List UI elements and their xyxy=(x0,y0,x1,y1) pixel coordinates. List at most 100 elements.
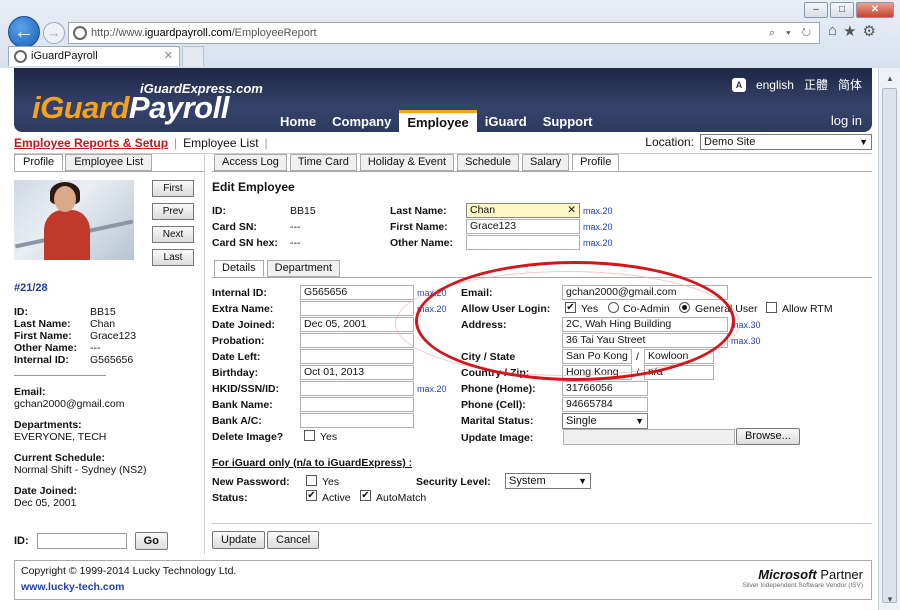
other-name-input[interactable] xyxy=(466,235,580,250)
nav-employee[interactable]: Employee xyxy=(399,110,477,133)
tab-time-card[interactable]: Time Card xyxy=(289,154,357,171)
lang-simplified[interactable]: 简体 xyxy=(838,76,862,93)
window-controls: – □ ✕ xyxy=(802,2,894,18)
birthday-input[interactable]: Oct 01, 2013 xyxy=(300,365,414,380)
gear-icon[interactable]: ⚙ xyxy=(863,22,876,40)
company-site-link[interactable]: www.lucky-tech.com xyxy=(21,581,124,593)
delete-image-label: Delete Image? xyxy=(212,431,284,443)
security-level-select[interactable]: System ▼ xyxy=(505,473,591,489)
crumb-employee-list[interactable]: Employee List xyxy=(183,136,258,150)
phone-cell-label: Phone (Cell): xyxy=(461,399,526,411)
address-line1-input[interactable]: 2C, Wah Hing Building xyxy=(562,317,728,332)
favorites-star-icon[interactable]: ★ xyxy=(843,22,856,40)
scroll-down-icon[interactable]: ▼ xyxy=(886,595,894,604)
prev-button[interactable]: Prev xyxy=(152,203,194,220)
state-input[interactable]: Kowloon xyxy=(644,349,714,364)
last-name-label: Last Name: xyxy=(390,205,447,217)
nav-home[interactable]: Home xyxy=(272,110,324,133)
address-line2-input[interactable]: 36 Tai Yau Street xyxy=(562,333,728,348)
probation-input[interactable] xyxy=(300,333,414,348)
extra-name-input[interactable] xyxy=(300,301,414,316)
country-input[interactable]: Hong Kong xyxy=(562,365,632,380)
nav-company[interactable]: Company xyxy=(324,110,399,133)
general-user-radio[interactable] xyxy=(679,302,690,313)
tab-department[interactable]: Department xyxy=(266,260,341,277)
delete-image-checkbox[interactable] xyxy=(304,430,315,441)
vertical-scrollbar[interactable]: ▲ ▼ xyxy=(878,68,900,610)
marital-status-select[interactable]: Single ▼ xyxy=(562,413,648,429)
address-bar[interactable]: http://www.iguardpayroll.com/EmployeeRep… xyxy=(68,22,820,44)
next-button[interactable]: Next xyxy=(152,226,194,243)
id-lookup-label: ID: xyxy=(14,535,29,547)
summary-departments: Departments: EVERYONE, TECH xyxy=(14,419,106,443)
address-domain: iguardpayroll.com xyxy=(144,27,232,39)
maximize-button[interactable]: □ xyxy=(830,2,854,18)
city-input[interactable]: San Po Kong xyxy=(562,349,632,364)
tab-left-employee-list[interactable]: Employee List xyxy=(65,154,153,171)
last-button[interactable]: Last xyxy=(152,249,194,266)
date-left-input[interactable] xyxy=(300,349,414,364)
login-link[interactable]: log in xyxy=(831,113,862,128)
update-image-path[interactable] xyxy=(563,429,735,445)
home-icon[interactable]: ⌂ xyxy=(828,22,837,40)
tab-close-icon[interactable]: ✕ xyxy=(164,49,173,62)
minimize-button[interactable]: – xyxy=(804,2,828,18)
site-logo[interactable]: iGuardPayroll xyxy=(32,90,229,126)
date-joined-input[interactable]: Dec 05, 2001 xyxy=(300,317,414,332)
location-select[interactable]: Demo Site ▼ xyxy=(700,134,872,150)
lang-traditional[interactable]: 正體 xyxy=(804,76,828,93)
address-tools-icon[interactable]: ⌕ ▾ ↻ xyxy=(769,23,815,43)
browser-tab[interactable]: iGuardPayroll ✕ xyxy=(8,46,180,66)
go-button[interactable]: Go xyxy=(134,532,168,550)
chevron-down-icon: ▼ xyxy=(859,137,868,147)
nav-support[interactable]: Support xyxy=(535,110,601,133)
forward-button[interactable]: → xyxy=(43,22,65,44)
bank-ac-input[interactable] xyxy=(300,413,414,428)
close-window-button[interactable]: ✕ xyxy=(856,2,894,18)
tab-salary[interactable]: Salary xyxy=(521,154,570,171)
tab-left-profile[interactable]: Profile xyxy=(14,154,64,171)
new-tab-button[interactable] xyxy=(182,46,204,66)
hkid-input[interactable] xyxy=(300,381,414,396)
phone-cell-input[interactable]: 94665784 xyxy=(562,397,648,412)
last-name-input[interactable]: Chan ✕ xyxy=(466,203,580,218)
summary-value: Chan xyxy=(90,318,116,330)
clear-icon[interactable]: ✕ xyxy=(567,204,576,217)
summary-value: --- xyxy=(90,342,101,354)
tab-access-log[interactable]: Access Log xyxy=(214,154,287,171)
active-checkbox[interactable]: ✔ xyxy=(306,490,317,501)
zip-input[interactable]: n/a xyxy=(644,365,714,380)
back-button[interactable]: ← xyxy=(8,16,40,48)
new-password-checkbox[interactable] xyxy=(306,475,317,486)
browse-button[interactable]: Browse... xyxy=(736,428,800,445)
cancel-button[interactable]: Cancel xyxy=(267,531,320,549)
phone-home-input[interactable]: 31766056 xyxy=(562,381,648,396)
summary-joined-value: Dec 05, 2001 xyxy=(14,497,77,509)
co-admin-radio[interactable] xyxy=(608,302,619,313)
update-button[interactable]: Update xyxy=(212,531,266,549)
lang-english[interactable]: english xyxy=(756,78,794,92)
max-hint: max.30 xyxy=(731,336,761,346)
crumb-employee-reports[interactable]: Employee Reports & Setup xyxy=(14,136,168,150)
first-name-input[interactable]: Grace123 xyxy=(466,219,580,234)
address-path: /EmployeeReport xyxy=(231,27,317,39)
email-input[interactable]: gchan2000@gmail.com xyxy=(562,285,728,300)
delete-image-yes: Yes xyxy=(320,431,338,443)
nav-iguard[interactable]: iGuard xyxy=(477,110,535,133)
bank-name-input[interactable] xyxy=(300,397,414,412)
tab-profile[interactable]: Profile xyxy=(572,154,620,171)
tab-holiday-event[interactable]: Holiday & Event xyxy=(359,154,455,171)
allow-login-checkbox[interactable]: ✔ xyxy=(565,302,576,313)
internal-id-input[interactable]: G565656 xyxy=(300,285,414,300)
first-button[interactable]: First xyxy=(152,180,194,197)
tab-details[interactable]: Details xyxy=(214,260,264,277)
max-hint: max.20 xyxy=(583,206,613,216)
chevron-down-icon: ▼ xyxy=(578,476,587,486)
allow-rtm-checkbox[interactable] xyxy=(766,302,777,313)
scroll-thumb[interactable] xyxy=(882,88,897,603)
automatch-checkbox[interactable]: ✔ xyxy=(360,490,371,501)
marital-status-label: Marital Status: xyxy=(461,415,534,427)
tab-schedule[interactable]: Schedule xyxy=(457,154,519,171)
id-lookup-input[interactable] xyxy=(36,533,127,549)
scroll-up-icon[interactable]: ▲ xyxy=(886,74,894,83)
